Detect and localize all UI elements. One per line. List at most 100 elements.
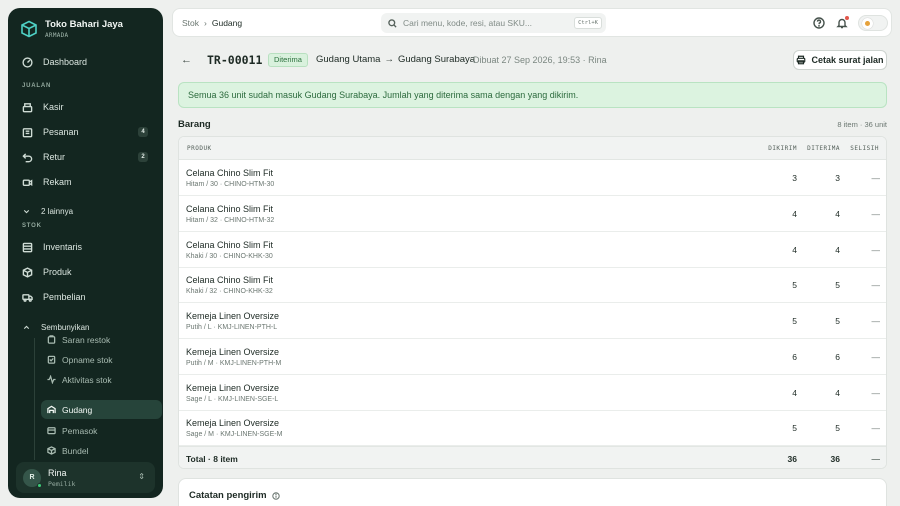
route-arrow-icon: → [384, 54, 394, 65]
brand[interactable]: Toko Bahari Jaya ARMADA [20, 19, 123, 39]
inventory-icon [22, 242, 33, 252]
print-delivery-note-button[interactable]: Cetak surat jalan [793, 50, 887, 70]
transfer-route: Gudang Utama → Gudang Surabaya [316, 54, 475, 65]
sidebar-item-label: Inventaris [43, 242, 83, 252]
sidebar-item-label: Rekam [43, 177, 72, 187]
qty-diterima: 5 [835, 316, 840, 326]
back-arrow-icon[interactable]: ← [181, 54, 192, 66]
product-name: Celana Chino Slim Fit [186, 275, 274, 286]
header-dikirim: DIKIRIM [768, 145, 797, 152]
sidebar: Toko Bahari Jaya ARMADA Dashboard JUALAN… [8, 8, 163, 498]
online-status-dot [37, 482, 42, 488]
user-menu[interactable]: R Rina Pemilik ⇕ [16, 462, 155, 493]
subitem-label: Bundel [62, 445, 89, 456]
breadcrumb-gudang: Gudang [211, 18, 243, 28]
table-footer: Total · 8 item 36 36 — [179, 446, 886, 468]
search-icon [388, 18, 397, 28]
qty-selisih: — [871, 351, 881, 362]
qty-selisih: — [871, 280, 881, 291]
product-variant: Putih / M · KMJ-LINEN-PTH-M [186, 359, 282, 367]
theme-toggle[interactable] [858, 15, 888, 31]
table-row[interactable]: Celana Chino Slim Fit Khaki / 32 · CHINO-… [179, 267, 886, 304]
user-name: Rina [48, 467, 67, 478]
product-name: Kemeja Linen Oversize [186, 418, 280, 429]
orders-icon [22, 127, 33, 137]
search-input[interactable]: Cari menu, kode, resi, atau SKU... Ctrl+… [381, 13, 606, 33]
sidebar-subitem-pemasok[interactable]: Pemasok [41, 421, 162, 440]
retur-count-badge: 2 [138, 152, 148, 162]
sidebar-subitem-gudang[interactable]: Gudang [41, 400, 162, 419]
qty-selisih: — [871, 423, 881, 434]
footer-total-label: Total · 8 item [186, 454, 238, 464]
product-name: Kemeja Linen Oversize [186, 382, 280, 393]
sidebar-item-label: Pembelian [43, 292, 86, 302]
product-variant: Hitam / 30 · CHINO-HTM-30 [186, 181, 275, 188]
shortcut-hint: Ctrl+K [574, 17, 602, 29]
sidebar-item-dashboard[interactable]: Dashboard [16, 51, 155, 73]
table-row[interactable]: Celana Chino Slim Fit Hitam / 32 · CHINO-… [179, 196, 886, 232]
sidebar-more-toggle[interactable]: 2 lainnya [16, 201, 155, 221]
sidebar-item-pesanan[interactable]: Pesanan 4 [16, 121, 155, 143]
subitem-label: Pemasok [62, 425, 98, 436]
product-name: Celana Chino Slim Fit [186, 168, 274, 178]
help-icon[interactable] [813, 17, 825, 29]
table-header: PRODUK DIKIRIM DITERIMA SELISIH [179, 137, 886, 160]
sidebar-subitem-aktivitas-stok[interactable]: Aktivitas stok [41, 370, 162, 389]
footer-total-diterima: 36 [830, 454, 840, 464]
qty-selisih: — [871, 244, 881, 255]
footer-total-selisih: — [871, 454, 881, 464]
items-section-title: Barang [178, 119, 211, 130]
items-count: 8 item · 36 unit [837, 120, 887, 129]
table-row[interactable]: Celana Chino Slim Fit Khaki / 30 · CHINO-… [179, 232, 886, 268]
sidebar-item-label: Pesanan [43, 127, 79, 137]
print-button-label: Cetak surat jalan [811, 55, 884, 65]
header-selisih: SELISIH [850, 145, 879, 152]
product-name: Kemeja Linen Oversize [186, 346, 280, 357]
avatar: R [23, 468, 42, 488]
submenu-rail [34, 338, 35, 460]
sidebar-item-inventaris[interactable]: Inventaris [16, 236, 155, 258]
sidebar-item-retur[interactable]: Retur 2 [16, 146, 155, 168]
sidebar-more-label: 2 lainnya [41, 206, 74, 216]
transfer-id: TR-00011 [207, 53, 263, 67]
printer-icon [797, 55, 806, 65]
subitem-label: Saran restok [62, 334, 111, 345]
section-label-stok: STOK [22, 223, 42, 229]
qty-dikirim: 4 [792, 208, 797, 219]
sidebar-subitem-bundel[interactable]: Bundel [41, 441, 162, 460]
table-row[interactable]: Kemeja Linen Oversize Sage / M · KMJ-LINE… [179, 410, 886, 447]
qty-dikirim: 5 [792, 280, 797, 291]
chevron-down-icon [23, 209, 30, 213]
info-icon[interactable] [271, 491, 280, 500]
table-row[interactable]: Celana Chino Slim Fit Hitam / 30 · CHINO-… [179, 160, 886, 196]
breadcrumb: Stok › Gudang [182, 18, 242, 28]
subitem-label: Gudang [62, 404, 93, 415]
subitem-label: Aktivitas stok [62, 374, 112, 385]
status-badge: Diterima [268, 53, 308, 67]
product-variant: Putih / L · KMJ-LINEN-PTH-L [186, 324, 278, 331]
route-from: Gudang Utama [316, 54, 381, 65]
sidebar-item-produk[interactable]: Produk [16, 261, 155, 283]
sidebar-item-label: Retur [43, 152, 66, 162]
bell-icon[interactable] [836, 16, 849, 29]
sidebar-item-pembelian[interactable]: Pembelian [16, 286, 155, 308]
sidebar-item-kasir[interactable]: Kasir [16, 96, 155, 118]
cube-logo-icon [20, 20, 38, 38]
sidebar-subitem-saran-restok[interactable]: Saran restok [41, 330, 162, 349]
sidebar-subitem-opname-stok[interactable]: Opname stok [41, 350, 162, 369]
table-row[interactable]: Kemeja Linen Oversize Putih / M · KMJ-LIN… [179, 339, 886, 375]
table-row[interactable]: Kemeja Linen Oversize Putih / L · KMJ-LIN… [179, 303, 886, 339]
footer-total-dikirim: 36 [787, 454, 797, 464]
table-row[interactable]: Kemeja Linen Oversize Sage / L · KMJ-LINE… [179, 375, 886, 411]
pesanan-count-badge: 4 [138, 127, 148, 137]
breadcrumb-stok[interactable]: Stok [182, 18, 199, 28]
qty-diterima: 5 [835, 423, 840, 434]
product-variant: Sage / L · KMJ-LINEN-SGE-L [186, 395, 279, 403]
clipboard-icon [47, 335, 56, 344]
qty-dikirim: 5 [792, 423, 797, 434]
box-icon [22, 266, 33, 278]
created-meta: Dibuat 27 Sep 2026, 19:53 · Rina [473, 55, 607, 65]
sidebar-item-rekam[interactable]: Rekam [16, 171, 155, 193]
qty-diterima: 3 [835, 173, 840, 183]
dashboard-icon [22, 56, 33, 68]
